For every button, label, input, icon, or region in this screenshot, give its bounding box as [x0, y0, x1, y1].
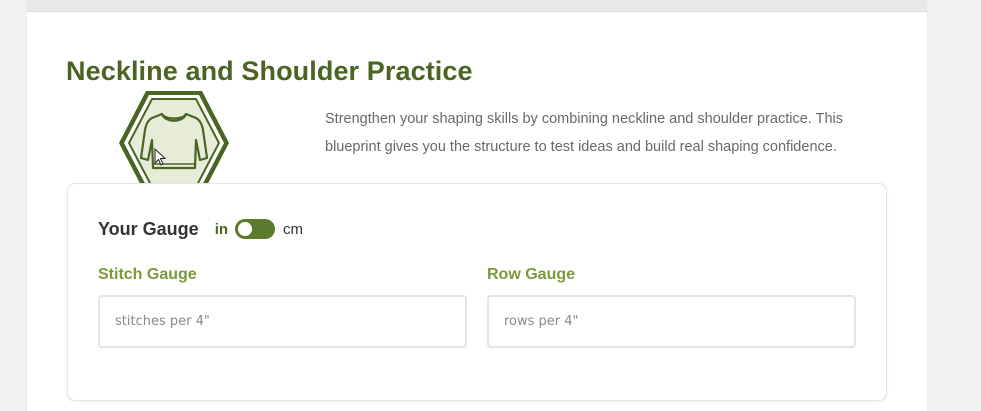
- top-divider: [27, 0, 927, 12]
- unit-in-label: in: [214, 220, 229, 238]
- sweater-icon: [119, 91, 229, 195]
- unit-cm-label: cm: [283, 220, 304, 238]
- gauge-title: Your Gauge: [98, 218, 199, 239]
- mouse-pointer-icon: [154, 148, 166, 166]
- page-title: Neckline and Shoulder Practice: [66, 56, 473, 86]
- sweater-badge: [116, 88, 232, 198]
- stitch-gauge-label: Stitch Gauge: [98, 266, 197, 283]
- row-gauge-input[interactable]: [487, 295, 856, 348]
- row-gauge-field: Row Gauge: [487, 266, 856, 348]
- gauge-header: Your Gauge in cm: [98, 217, 303, 241]
- toggle-knob: [238, 222, 253, 236]
- gauge-card: Your Gauge in cm Stitch Gauge Row Gauge: [67, 183, 887, 401]
- row-gauge-label: Row Gauge: [487, 266, 576, 283]
- unit-toggle[interactable]: [235, 219, 276, 239]
- stitch-gauge-input[interactable]: [98, 295, 467, 348]
- content-panel: Neckline and Shoulder Practice Strengthe…: [27, 0, 927, 411]
- stitch-gauge-field: Stitch Gauge: [98, 266, 467, 348]
- intro-text: Strengthen your shaping skills by combin…: [325, 111, 843, 155]
